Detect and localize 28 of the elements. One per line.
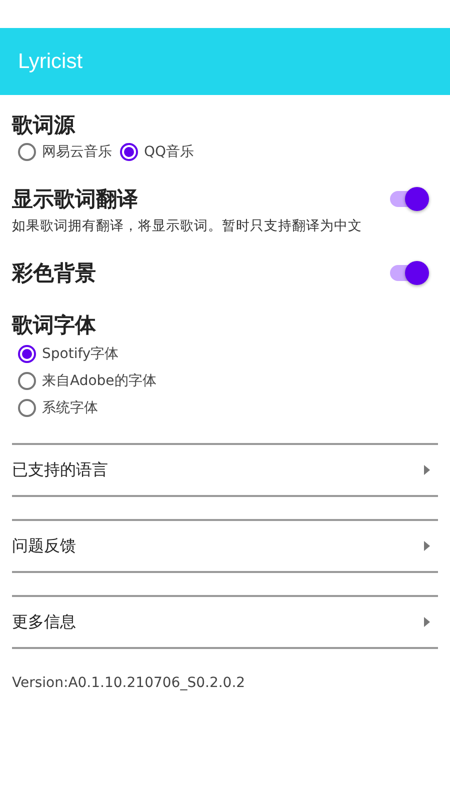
radio-option[interactable]: QQ音乐 [120, 143, 194, 161]
setting-title: 显示歌词翻译 [12, 186, 138, 213]
chevron-right-icon [424, 541, 430, 551]
chevron-right-icon [424, 465, 430, 475]
radio-button[interactable] [18, 399, 36, 417]
menu-item[interactable]: 问题反馈 [12, 519, 438, 573]
radio-label: 系统字体 [42, 399, 98, 417]
section-heading: 歌词源 [12, 112, 76, 139]
setting-description: 如果歌词拥有翻译，将显示歌词。暂时只支持翻译为中文 [12, 217, 363, 235]
chevron-right-icon [424, 617, 430, 627]
radio-button[interactable] [18, 345, 36, 363]
radio-button[interactable] [18, 143, 36, 161]
radio-button[interactable] [18, 372, 36, 390]
radio-label: Spotify字体 [42, 345, 119, 363]
menu-item[interactable]: 更多信息 [12, 595, 438, 649]
radio-option[interactable]: 来自Adobe的字体 [18, 372, 438, 390]
menu-item[interactable]: 已支持的语言 [12, 443, 438, 497]
version-text: Version:A0.1.10.210706_S0.2.0.2 [12, 675, 246, 691]
radio-option[interactable]: 网易云音乐 [18, 143, 112, 161]
setting-title: 彩色背景 [12, 260, 96, 287]
radio-label: QQ音乐 [144, 143, 194, 161]
radio-option[interactable]: 系统字体 [18, 399, 438, 417]
radio-button[interactable] [120, 143, 138, 161]
section-heading: 歌词字体 [12, 312, 97, 339]
radio-label: 网易云音乐 [42, 143, 112, 161]
app-title: Lyricist [18, 50, 83, 74]
radio-option[interactable]: Spotify字体 [18, 345, 438, 363]
radio-label: 来自Adobe的字体 [42, 372, 156, 390]
